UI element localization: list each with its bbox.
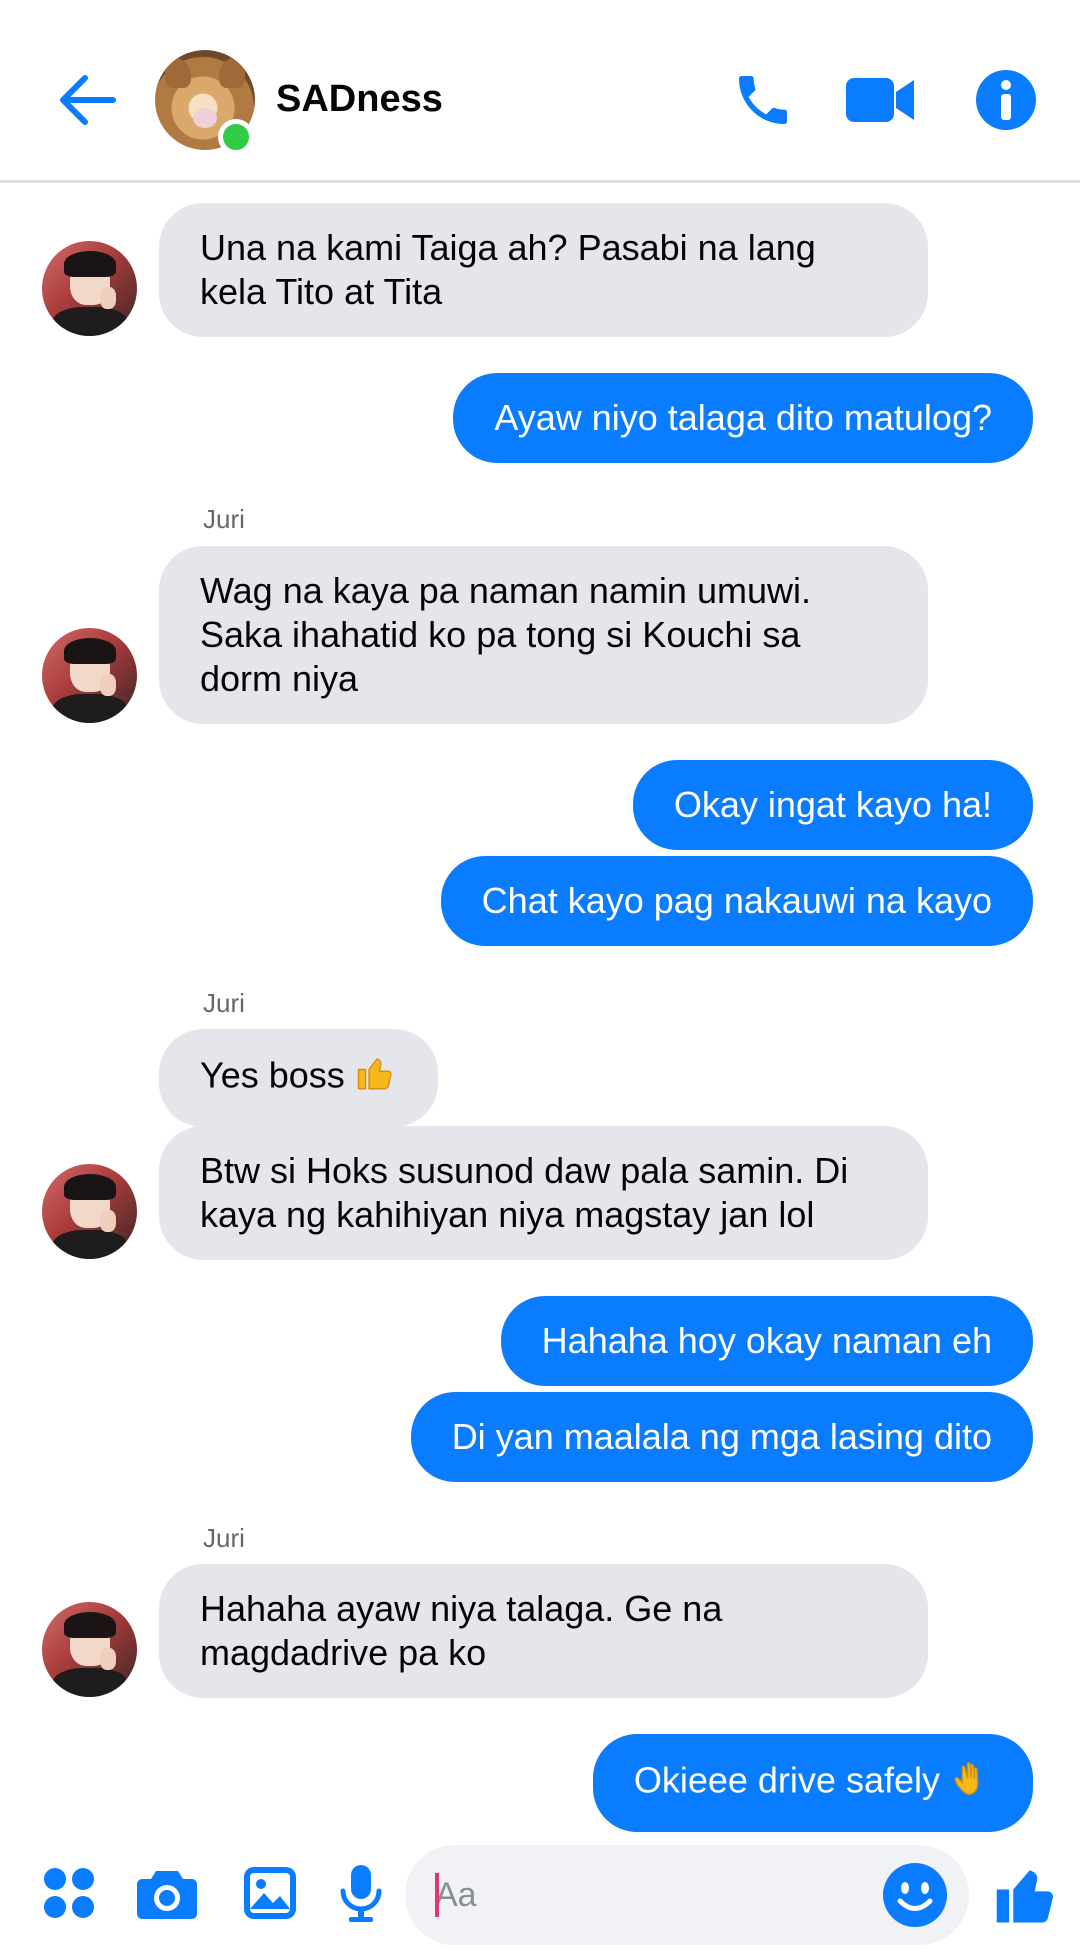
chat-header: SADness xyxy=(0,0,1080,183)
avatar-cat-mouth xyxy=(193,108,217,128)
avatar-figure xyxy=(64,638,116,664)
waving-hand-emoji xyxy=(950,1757,992,1809)
message-composer xyxy=(0,1840,1080,1949)
microphone-icon xyxy=(340,1865,382,1922)
thumbs-up-icon xyxy=(996,1870,1053,1923)
outgoing-message[interactable]: Hahaha hoy okay naman eh xyxy=(500,1296,1033,1386)
sender-avatar[interactable] xyxy=(42,1602,137,1697)
emoji-smile-icon xyxy=(883,1863,947,1927)
voice-call-button[interactable] xyxy=(725,62,801,138)
message-text: Okieee drive safely xyxy=(633,1759,940,1801)
incoming-message[interactable]: Wag na kaya pa naman namin umuwi. Saka i… xyxy=(159,546,928,724)
gallery-button[interactable] xyxy=(239,1862,301,1924)
sender-avatar[interactable] xyxy=(42,1164,137,1259)
sender-avatar[interactable] xyxy=(42,628,137,723)
outgoing-message[interactable]: Di yan maalala ng mga lasing dito xyxy=(410,1392,1033,1482)
avatar-figure xyxy=(100,287,116,309)
outgoing-message[interactable]: Chat kayo pag nakauwi na kayo xyxy=(440,856,1033,946)
text-cursor xyxy=(435,1873,439,1917)
emoji-button[interactable] xyxy=(880,1860,950,1930)
outgoing-message[interactable]: Okay ingat kayo ha! xyxy=(632,760,1033,850)
incoming-message[interactable]: Btw si Hoks susunod daw pala samin. Di k… xyxy=(159,1126,928,1260)
avatar-figure xyxy=(100,1210,116,1232)
apps-icon xyxy=(44,1868,94,1918)
video-camera-icon xyxy=(846,78,914,122)
camera-button[interactable] xyxy=(136,1862,198,1924)
thumbs-up-emoji xyxy=(355,1052,397,1104)
sender-name: Juri xyxy=(203,504,245,534)
sender-avatar[interactable] xyxy=(42,241,137,336)
voice-clip-button[interactable] xyxy=(330,1862,392,1924)
info-icon xyxy=(976,70,1036,130)
outgoing-message[interactable]: Ayaw niyo talaga dito matulog? xyxy=(453,373,1033,463)
message-text: Yes boss xyxy=(200,1054,345,1096)
incoming-message[interactable]: Hahaha ayaw niya talaga. Ge na magdadriv… xyxy=(159,1564,928,1698)
sender-name: Juri xyxy=(203,988,245,1018)
outgoing-message[interactable]: Okieee drive safely xyxy=(592,1734,1033,1832)
avatar-figure xyxy=(100,1648,116,1670)
conversation-info-button[interactable] xyxy=(968,62,1044,138)
camera-icon xyxy=(137,1871,197,1919)
avatar-figure xyxy=(52,1668,128,1697)
avatar-figure xyxy=(52,694,128,723)
sender-name: Juri xyxy=(203,1523,245,1553)
avatar-figure xyxy=(52,1230,128,1259)
arrow-left-icon xyxy=(60,75,116,125)
online-status-indicator xyxy=(218,119,254,155)
chat-title[interactable]: SADness xyxy=(276,78,443,121)
like-button[interactable] xyxy=(990,1858,1064,1932)
avatar-figure xyxy=(64,251,116,277)
gallery-icon xyxy=(244,1867,296,1919)
back-button[interactable] xyxy=(52,62,122,138)
avatar-cat-ear xyxy=(165,58,191,88)
video-call-button[interactable] xyxy=(842,62,918,138)
avatar-figure xyxy=(52,307,128,336)
avatar-figure xyxy=(64,1174,116,1200)
message-list[interactable]: Una na kami Taiga ah? Pasabi na lang kel… xyxy=(0,186,1080,1832)
more-actions-button[interactable] xyxy=(38,1862,100,1924)
incoming-message[interactable]: Yes boss xyxy=(159,1029,438,1127)
phone-icon xyxy=(739,76,787,124)
incoming-message[interactable]: Una na kami Taiga ah? Pasabi na lang kel… xyxy=(159,203,928,337)
avatar-figure xyxy=(100,674,116,696)
avatar-cat-ear xyxy=(219,58,245,88)
avatar-figure xyxy=(64,1612,116,1638)
